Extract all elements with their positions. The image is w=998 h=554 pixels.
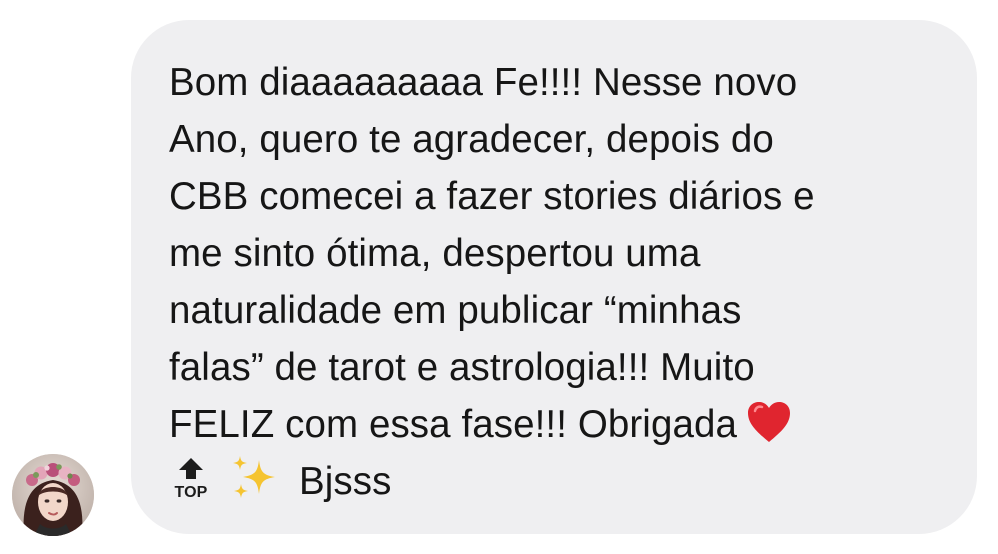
message-last-line: TOP Bjsss: [169, 453, 947, 510]
message-bubble[interactable]: Bom diaaaaaaaaa Fe!!!! Nesse novo Ano, q…: [131, 20, 977, 534]
top-icon-label: TOP: [175, 484, 208, 500]
message-line: Ano, quero te agradecer, depois do: [169, 118, 774, 161]
message-line-with-heart: FELIZ com essa fase!!! Obrigada: [169, 396, 947, 453]
message-line: FELIZ com essa fase!!! Obrigada: [169, 403, 738, 446]
message-line: CBB comecei a fazer stories diários e: [169, 175, 815, 218]
message-line: naturalidade em publicar “minhas: [169, 289, 742, 332]
message-line: me sinto ótima, despertou uma: [169, 232, 701, 275]
sparkles-icon: [233, 456, 275, 498]
avatar[interactable]: [12, 454, 94, 536]
top-arrow-icon: TOP: [169, 456, 213, 501]
heart-icon: [748, 402, 791, 442]
message-line: falas” de tarot e astrologia!!! Muito: [169, 346, 755, 389]
message-line: Bom diaaaaaaaaa Fe!!!! Nesse novo: [169, 61, 798, 104]
message-text: Bom diaaaaaaaaa Fe!!!! Nesse novo Ano, q…: [169, 54, 947, 510]
avatar-image: [12, 454, 94, 536]
message-signoff: Bjsss: [299, 460, 392, 503]
